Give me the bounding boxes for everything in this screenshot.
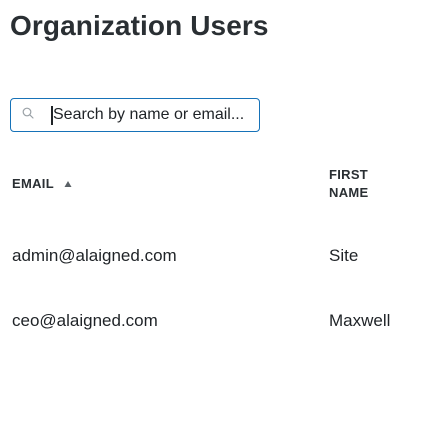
- search-icon: [22, 107, 34, 119]
- column-header-label: EMAIL: [12, 176, 54, 191]
- search-box[interactable]: [10, 98, 260, 132]
- search-input[interactable]: [53, 99, 253, 130]
- table-cell-first-name: Site: [329, 246, 359, 265]
- table-cell-email: admin@alaigned.com: [12, 246, 177, 265]
- sort-ascending-icon: [64, 180, 72, 187]
- table-cell-email: ceo@alaigned.com: [12, 311, 158, 330]
- column-header-first-name[interactable]: FIRST NAME: [329, 166, 399, 202]
- column-header-email[interactable]: EMAIL: [12, 176, 72, 191]
- column-header-label: FIRST NAME: [329, 167, 369, 200]
- table-cell-first-name: Maxwell: [329, 311, 391, 330]
- page-title: Organization Users: [10, 10, 269, 41]
